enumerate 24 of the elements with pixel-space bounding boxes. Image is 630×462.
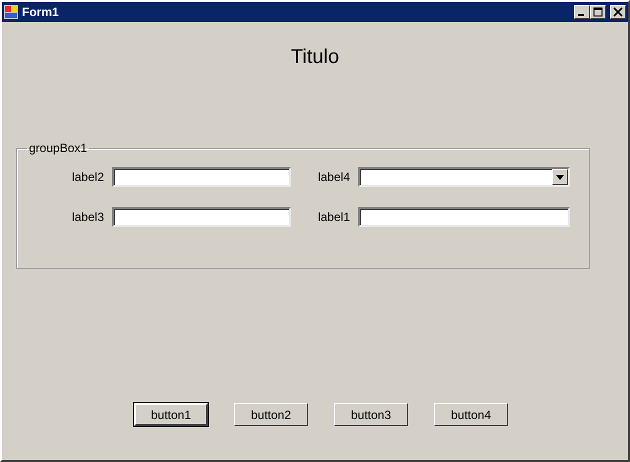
field-label: label1: [318, 210, 350, 224]
minimize-button[interactable]: [574, 5, 590, 19]
close-button[interactable]: [610, 5, 626, 19]
maximize-icon: [591, 6, 605, 18]
form-button[interactable]: button3: [334, 403, 408, 426]
dropdown-button[interactable]: [552, 169, 568, 185]
text-field[interactable]: [112, 207, 291, 227]
group-label: groupBox1: [28, 142, 88, 154]
form-button[interactable]: button2: [234, 403, 308, 426]
minimize-icon: [578, 14, 584, 16]
window-title: Form1: [22, 4, 59, 21]
field-label: label2: [72, 170, 104, 184]
text-field[interactable]: [112, 167, 291, 187]
combo-box[interactable]: [358, 167, 570, 187]
text-field[interactable]: [358, 207, 570, 227]
close-icon: [611, 6, 625, 18]
caret-icon: [556, 174, 564, 180]
app-icon: [4, 5, 18, 19]
form-button[interactable]: button1: [134, 403, 208, 426]
field-label: label3: [72, 210, 104, 224]
form-button[interactable]: button4: [434, 403, 508, 426]
form-heading: Titulo: [290, 45, 340, 70]
maximize-button[interactable]: [590, 5, 606, 19]
field-label: label4: [318, 170, 350, 184]
